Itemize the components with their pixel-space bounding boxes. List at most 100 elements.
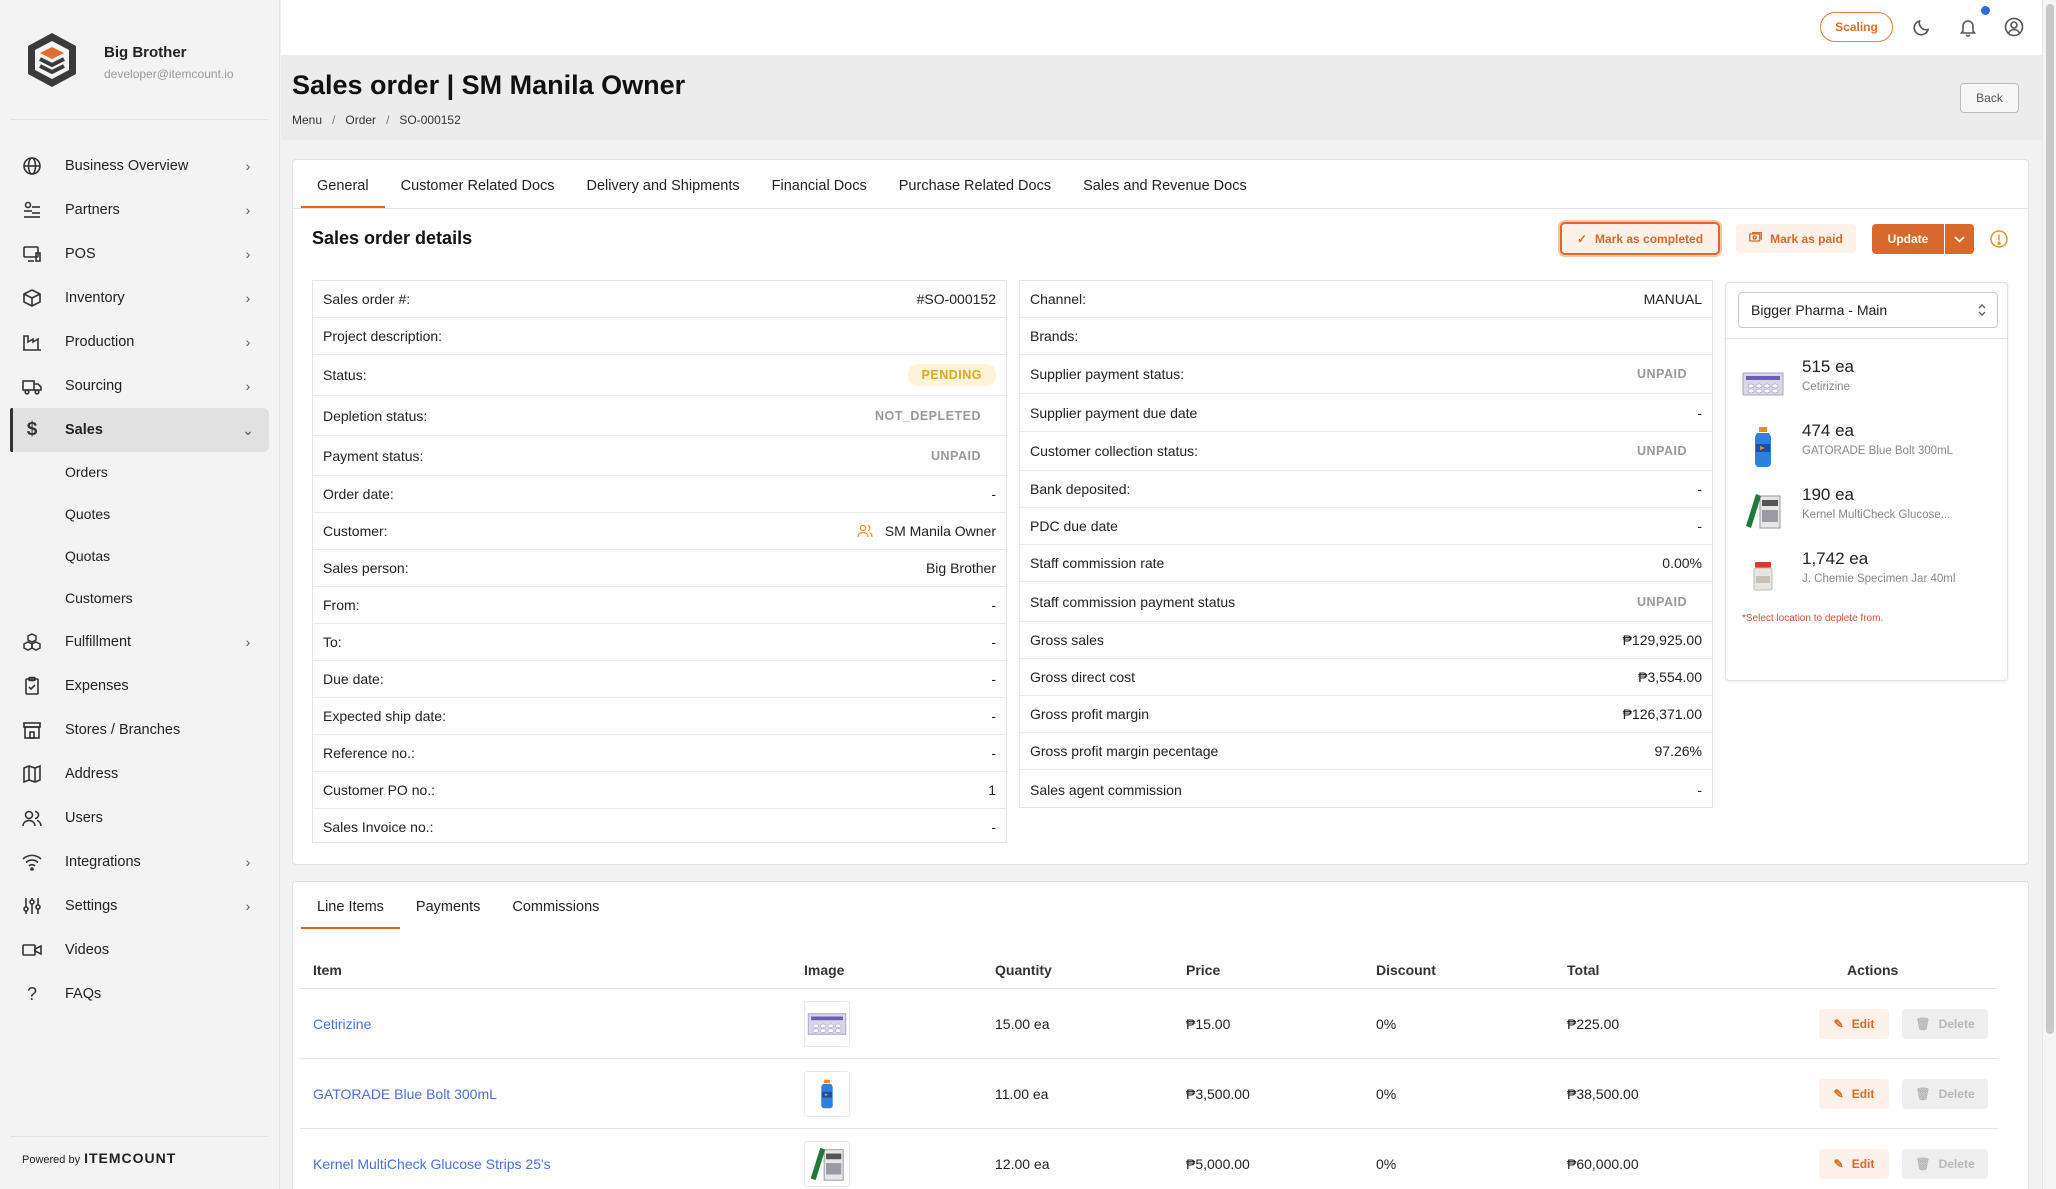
user-profile[interactable]: Big Brother developer@itemcount.io	[22, 30, 262, 92]
chevron-down-icon: ⌄	[242, 421, 254, 438]
tab-financial-docs[interactable]: Financial Docs	[756, 164, 883, 208]
kv-row-channel: Channel: MANUAL	[1020, 281, 1712, 318]
delete-button[interactable]: 🗑 Delete	[1902, 1009, 1988, 1039]
kv-value: ₱126,371.00	[1622, 706, 1702, 722]
item-image	[804, 1141, 850, 1187]
sidebar-item-production[interactable]: Production ›	[10, 320, 269, 364]
update-button[interactable]: Update	[1872, 224, 1944, 254]
stock-name: GATORADE Blue Bolt 300mL	[1802, 445, 1954, 457]
sidebar-item-settings[interactable]: Settings ›	[10, 884, 269, 928]
tab-line-items[interactable]: Line Items	[301, 885, 400, 929]
sidebar-item-stores-branches[interactable]: Stores / Branches	[10, 708, 269, 752]
back-button[interactable]: Back	[1960, 83, 2019, 113]
sidebar-item-address[interactable]: Address	[10, 752, 269, 796]
check-icon: ✓	[1576, 231, 1587, 246]
sidebar-item-fulfillment[interactable]: Fulfillment ›	[10, 620, 269, 664]
sidebar-item-videos[interactable]: Videos	[10, 928, 269, 972]
sidebar-item-label: Sales	[65, 422, 103, 438]
tab-purchase-related-docs[interactable]: Purchase Related Docs	[883, 164, 1067, 208]
factory-icon	[21, 331, 43, 353]
chevron-right-icon: ›	[245, 634, 251, 650]
item-link[interactable]: Kernel MultiCheck Glucose Strips 25's	[313, 1156, 551, 1172]
kv-value: -	[991, 818, 996, 835]
page-scrollbar[interactable]	[2042, 0, 2056, 1189]
item-price: ₱3,500.00	[1186, 1086, 1250, 1102]
location-select[interactable]: Bigger Pharma - Main	[1738, 292, 1998, 328]
kv-row-status: Status: PENDING	[313, 355, 1006, 396]
sidebar-subitem-quotes[interactable]: Quotes	[65, 506, 110, 522]
sidebar-item-integrations[interactable]: Integrations ›	[10, 840, 269, 884]
kv-row-pdc-due-date: PDC due date -	[1020, 508, 1712, 545]
dark-mode-moon-icon[interactable]	[1909, 14, 1935, 40]
sidebar-subitem-customers[interactable]: Customers	[65, 590, 133, 606]
item-discount: 0%	[1376, 1156, 1397, 1172]
tab-payments[interactable]: Payments	[400, 885, 496, 929]
kv-row-gross-direct-cost: Gross direct cost ₱3,554.00	[1020, 659, 1712, 696]
location-select-value: Bigger Pharma - Main	[1751, 302, 1888, 318]
item-total: ₱225.00	[1567, 1016, 1620, 1032]
breadcrumb: Menu / Order / SO-000152	[292, 113, 461, 127]
sidebar-item-label: Sourcing	[65, 378, 123, 394]
kv-value: -	[1697, 518, 1702, 534]
sidebar-item-expenses[interactable]: Expenses	[10, 664, 269, 708]
bell-icon[interactable]	[1955, 14, 1981, 40]
update-dropdown-chevron-down-icon[interactable]	[1945, 224, 1974, 254]
edit-button[interactable]: ✎ Edit	[1819, 1149, 1889, 1179]
scrollbar-thumb[interactable]	[2046, 4, 2054, 1034]
product-image-gatorade	[1755, 427, 1771, 467]
kv-row-depletion-status: Depletion status: NOT_DEPLETED	[313, 396, 1006, 436]
edit-button[interactable]: ✎ Edit	[1819, 1009, 1889, 1039]
sidebar-item-label: Inventory	[65, 290, 125, 306]
clipboard-icon	[21, 675, 43, 697]
kv-row-expected-ship-date: Expected ship date: -	[313, 698, 1006, 735]
tab-customer-related-docs[interactable]: Customer Related Docs	[385, 164, 571, 208]
edit-button[interactable]: ✎ Edit	[1819, 1079, 1889, 1109]
kv-value: -	[1697, 481, 1702, 497]
table-row: Cetirizine 15.00 ea ₱15.00 0% ₱225.00 ✎ E…	[300, 988, 1998, 1058]
stock-qty: 1,742 ea	[1802, 549, 1869, 568]
tab-commissions[interactable]: Commissions	[496, 885, 615, 929]
tab-sales-and-revenue-docs[interactable]: Sales and Revenue Docs	[1067, 164, 1263, 208]
scaling-button[interactable]: Scaling	[1820, 12, 1893, 42]
mark-as-completed-button[interactable]: ✓ Mark as completed	[1560, 222, 1720, 255]
sidebar-item-sourcing[interactable]: Sourcing ›	[10, 364, 269, 408]
item-link[interactable]: GATORADE Blue Bolt 300mL	[313, 1086, 497, 1102]
delete-button[interactable]: 🗑 Delete	[1902, 1079, 1988, 1109]
kv-key: Bank deposited:	[1030, 481, 1131, 497]
sidebar-item-business-overview[interactable]: Business Overview ›	[10, 144, 269, 188]
sidebar-item-inventory[interactable]: Inventory ›	[10, 276, 269, 320]
sidebar-item-label: Settings	[65, 898, 118, 914]
sidebar-item-partners[interactable]: Partners ›	[10, 188, 269, 232]
sidebar-item-pos[interactable]: POS ›	[10, 232, 269, 276]
box-icon	[21, 287, 43, 309]
kv-row-gross-profit-margin: Gross profit margin ₱126,371.00	[1020, 696, 1712, 733]
item-discount: 0%	[1376, 1086, 1397, 1102]
item-link[interactable]: Cetirizine	[313, 1016, 371, 1032]
account-icon[interactable]	[2001, 14, 2027, 40]
tab-delivery-and-shipments[interactable]: Delivery and Shipments	[571, 164, 756, 208]
customer-value[interactable]: SM Manila Owner	[857, 523, 996, 539]
sidebar-subitem-orders[interactable]: Orders	[65, 464, 108, 480]
kv-row-bank-deposited: Bank deposited: -	[1020, 471, 1712, 508]
breadcrumb-separator: /	[386, 113, 390, 127]
mark-as-paid-button[interactable]: Mark as paid	[1736, 224, 1856, 253]
delete-button[interactable]: 🗑 Delete	[1902, 1149, 1988, 1179]
kv-key: Sales agent commission	[1030, 781, 1182, 798]
info-icon[interactable]	[1989, 229, 2009, 249]
sidebar-subitem-quotas[interactable]: Quotas	[65, 548, 110, 564]
select-arrows-icon	[1977, 302, 1987, 321]
users-icon	[21, 807, 43, 829]
item-total: ₱60,000.00	[1567, 1156, 1639, 1172]
breadcrumb-order[interactable]: Order	[345, 113, 376, 127]
kv-row-staff-commission-rate: Staff commission rate 0.00%	[1020, 545, 1712, 582]
kv-key: Supplier payment status:	[1030, 366, 1185, 382]
edit-label: Edit	[1851, 1017, 1875, 1031]
tab-general[interactable]: General	[301, 164, 385, 208]
sidebar-item-sales[interactable]: $ Sales ⌄	[10, 408, 269, 452]
kv-row-payment-status: Payment status: UNPAID	[313, 436, 1006, 476]
sidebar-item-users[interactable]: Users	[10, 796, 269, 840]
sidebar-item-label: Address	[65, 766, 119, 782]
breadcrumb-menu[interactable]: Menu	[292, 113, 322, 127]
truck-icon	[21, 375, 43, 397]
sidebar-item-faqs[interactable]: ? FAQs	[10, 972, 269, 1016]
